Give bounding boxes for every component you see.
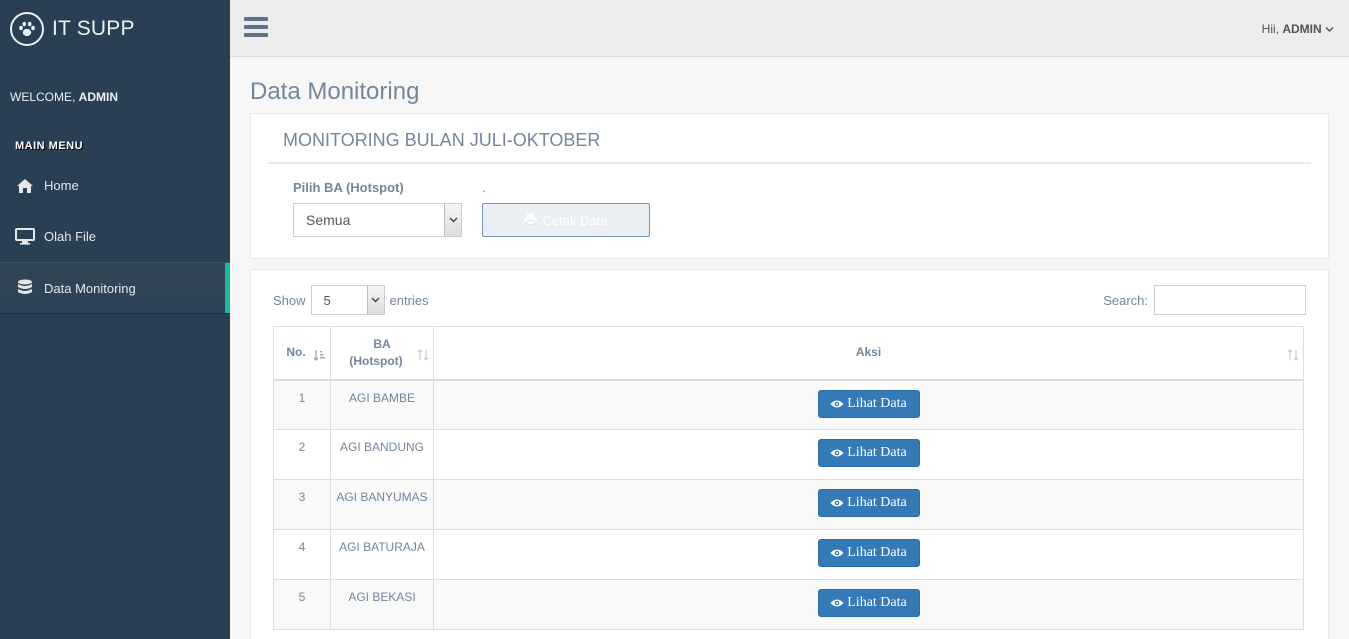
sort-both-icon <box>417 348 429 367</box>
column-header-aksi[interactable]: Aksi <box>433 326 1304 381</box>
view-data-button[interactable]: Lihat Data <box>817 489 920 517</box>
ba-hotspot-selected: Semua <box>306 212 351 228</box>
user-greeting: Hii, <box>1261 22 1283 36</box>
view-data-label: Lihat Data <box>847 395 907 411</box>
search-input[interactable] <box>1154 285 1306 315</box>
cell-no: 3 <box>273 479 331 530</box>
table-row: 1 AGI BAMBE Lihat Data <box>273 379 1304 430</box>
show-label: Show <box>273 292 306 308</box>
panel-title: MONITORING BULAN JULI-OKTOBER <box>268 130 1311 164</box>
chevron-down-icon <box>366 286 384 314</box>
entries-label: entries <box>389 292 429 308</box>
view-data-label: Lihat Data <box>847 495 907 510</box>
eye-icon <box>830 448 844 458</box>
table-row: 5 AGI BEKASI Lihat Data <box>273 579 1304 630</box>
ba-hotspot-select[interactable]: Semua <box>293 203 462 237</box>
cell-action: Lihat Data <box>433 479 1304 530</box>
view-data-button[interactable]: Lihat Data <box>817 589 920 617</box>
eye-icon <box>830 399 844 409</box>
table-row: 2 AGI BANDUNG Lihat Data <box>273 429 1304 480</box>
top-navbar: Hii, ADMIN <box>230 0 1349 57</box>
cell-no: 2 <box>273 429 331 480</box>
view-data-button[interactable]: Lihat Data <box>817 439 920 467</box>
user-name: ADMIN <box>1282 22 1322 36</box>
header-aksi-label: Aksi <box>855 345 882 360</box>
sidebar: IT SUPP WELCOME, ADMIN MAIN MENU Home Ol… <box>0 0 230 639</box>
sort-asc-icon <box>313 349 326 367</box>
brand-title: IT SUPP <box>52 16 135 40</box>
column-header-ba[interactable]: BA (Hotspot) <box>330 326 434 381</box>
button-label-spacer: . <box>482 180 486 195</box>
cell-no: 4 <box>273 529 331 580</box>
search-control: Search: <box>1103 285 1306 315</box>
sort-both-icon <box>1287 348 1299 367</box>
paw-icon <box>10 11 44 46</box>
sidebar-item-data-monitoring[interactable]: Data Monitoring <box>0 262 230 313</box>
side-menu: Home Olah File Data Monitoring <box>0 160 230 313</box>
sidebar-item-label: Olah File <box>44 229 97 244</box>
cell-action: Lihat Data <box>433 579 1304 630</box>
database-icon <box>15 279 35 297</box>
entries-control: Show 5 entries <box>273 285 429 315</box>
brand[interactable]: IT SUPP <box>0 0 230 57</box>
cell-action: Lihat Data <box>433 429 1304 480</box>
sidebar-item-label: Data Monitoring <box>44 280 136 296</box>
table-panel: Show 5 entries Search: No. BA (Hotspot) … <box>250 269 1329 639</box>
print-data-button[interactable]: Cetak Data <box>482 203 650 237</box>
cell-ba: AGI BANDUNG <box>330 429 434 480</box>
monitoring-table: No. BA (Hotspot) Aksi 1 AGI BAMBE Lihat … <box>273 326 1304 630</box>
chevron-down-icon <box>1325 22 1334 36</box>
header-no-label: No. <box>286 345 306 360</box>
filter-label: Pilih BA (Hotspot) <box>293 180 404 195</box>
print-icon <box>524 213 537 228</box>
view-data-label: Lihat Data <box>847 595 907 610</box>
cell-ba: AGI BEKASI <box>330 579 434 630</box>
eye-icon <box>830 548 844 558</box>
menu-toggle-icon[interactable] <box>244 17 268 39</box>
view-data-button[interactable]: Lihat Data <box>817 389 920 418</box>
welcome-prefix: WELCOME, <box>10 90 79 104</box>
table-row: 3 AGI BANYUMAS Lihat Data <box>273 479 1304 530</box>
view-data-label: Lihat Data <box>847 545 907 560</box>
cell-ba: AGI BATURAJA <box>330 529 434 580</box>
welcome-text: WELCOME, ADMIN <box>10 90 118 104</box>
view-data-button[interactable]: Lihat Data <box>817 539 920 567</box>
page-title: Data Monitoring <box>250 78 420 105</box>
cell-no: 5 <box>273 579 331 630</box>
column-header-no[interactable]: No. <box>273 326 331 381</box>
chevron-down-icon <box>444 204 461 236</box>
sidebar-item-olah-file[interactable]: Olah File <box>0 211 230 262</box>
sidebar-item-label: Home <box>44 178 79 193</box>
cell-action: Lihat Data <box>433 379 1304 430</box>
cell-ba: AGI BANYUMAS <box>330 479 434 530</box>
desktop-icon <box>15 228 35 246</box>
menu-section-title: MAIN MENU <box>15 140 84 152</box>
entries-value: 5 <box>323 292 331 308</box>
eye-icon <box>830 598 844 608</box>
print-button-label: Cetak Data <box>542 212 608 228</box>
sidebar-item-home[interactable]: Home <box>0 160 230 211</box>
main-content: Data Monitoring MONITORING BULAN JULI-OK… <box>230 58 1349 639</box>
user-menu[interactable]: Hii, ADMIN <box>1262 22 1334 36</box>
home-icon <box>15 177 35 195</box>
entries-select[interactable]: 5 <box>310 285 385 315</box>
cell-no: 1 <box>273 379 331 430</box>
header-ba-line2: (Hotspot) <box>349 353 403 368</box>
eye-icon <box>830 498 844 508</box>
table-row: 4 AGI BATURAJA Lihat Data <box>273 529 1304 580</box>
cell-action: Lihat Data <box>433 529 1304 580</box>
search-label: Search: <box>1103 292 1148 308</box>
welcome-user: ADMIN <box>78 90 118 104</box>
cell-ba: AGI BAMBE <box>330 379 434 430</box>
filter-panel: MONITORING BULAN JULI-OKTOBER Pilih BA (… <box>250 113 1329 259</box>
view-data-label: Lihat Data <box>847 445 907 460</box>
